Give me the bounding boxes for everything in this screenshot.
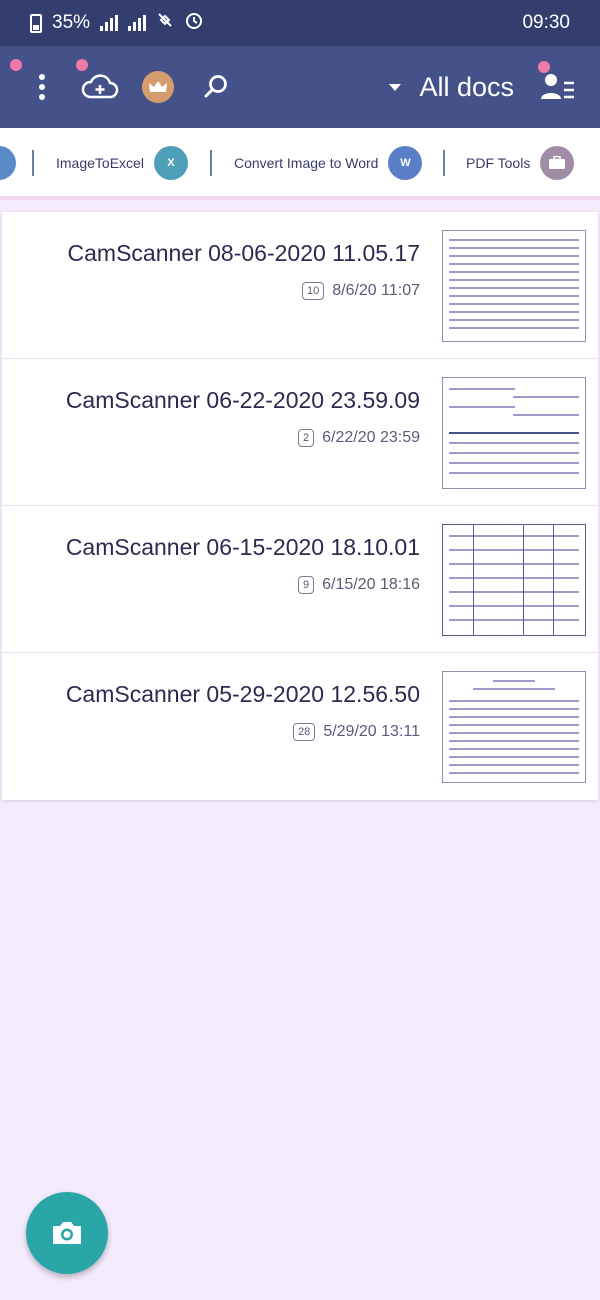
camera-button[interactable] xyxy=(26,1192,108,1274)
list-item[interactable]: CamScanner 06-22-2020 23.59.09 2 6/22/20… xyxy=(2,359,598,506)
document-meta: 10 8/6/20 11:07 xyxy=(301,282,420,300)
page-count-badge: 2 xyxy=(298,429,315,447)
document-meta: 28 5/29/20 13:11 xyxy=(293,723,420,741)
notification-dot xyxy=(76,59,88,71)
clock: 09:30 xyxy=(522,12,570,33)
tool-label: ImageToExcel xyxy=(56,155,144,171)
tool-convert-image-to-word[interactable]: Convert Image to Word W xyxy=(234,146,423,180)
divider xyxy=(443,150,445,176)
document-thumbnail[interactable] xyxy=(442,230,586,342)
document-thumbnail[interactable] xyxy=(442,524,586,636)
document-title: CamScanner 06-15-2020 18.10.01 xyxy=(65,534,420,560)
signal-icon xyxy=(100,15,119,31)
list-item[interactable]: CamScanner 06-15-2020 18.10.01 9 6/15/20… xyxy=(2,506,598,653)
mute-icon xyxy=(156,11,174,35)
document-list: CamScanner 08-06-2020 11.05.17 10 8/6/20… xyxy=(2,212,598,800)
tools-strip: ImageToExcel X Convert Image to Word W P… xyxy=(0,128,600,200)
tool-label: Convert Image to Word xyxy=(234,155,379,171)
divider xyxy=(32,150,34,176)
chevron-down-icon[interactable] xyxy=(389,83,402,91)
battery-percent: 35% xyxy=(52,12,91,33)
user-menu-icon[interactable] xyxy=(536,61,580,109)
document-title: CamScanner 08-06-2020 11.05.17 xyxy=(67,240,420,266)
camera-icon xyxy=(53,1222,81,1244)
document-date: 6/22/20 23:59 xyxy=(322,429,420,446)
excel-icon: X xyxy=(153,146,188,180)
notification-dot xyxy=(10,59,22,71)
tool-pdf-tools[interactable]: PDF Tools xyxy=(466,146,575,180)
more-vert-icon[interactable] xyxy=(10,59,64,109)
notification-dot xyxy=(538,61,550,73)
document-date: 8/6/20 11:07 xyxy=(332,282,420,299)
battery-icon xyxy=(30,13,42,33)
document-date: 6/15/20 18:16 xyxy=(322,576,420,593)
word-icon: W xyxy=(388,146,423,180)
page-count-badge: 9 xyxy=(298,576,315,594)
crown-icon[interactable] xyxy=(136,65,180,109)
document-meta: 9 6/15/20 18:16 xyxy=(298,576,420,594)
document-date: 5/29/20 13:11 xyxy=(323,723,420,740)
document-title: CamScanner 05-29-2020 12.56.50 xyxy=(65,681,420,707)
app-bar: All docs xyxy=(0,46,600,128)
document-thumbnail[interactable] xyxy=(442,377,586,489)
status-icons: 35% xyxy=(30,10,204,36)
document-thumbnail[interactable] xyxy=(442,671,586,783)
signal-icon-2 xyxy=(128,15,147,31)
page-count-badge: 10 xyxy=(301,282,325,300)
search-icon[interactable] xyxy=(194,65,238,109)
document-title: CamScanner 06-22-2020 23.59.09 xyxy=(65,387,420,413)
briefcase-icon xyxy=(540,146,575,180)
list-item[interactable]: CamScanner 08-06-2020 11.05.17 10 8/6/20… xyxy=(2,212,598,359)
page-count-badge: 28 xyxy=(293,723,316,741)
status-bar: 35% 09:30 xyxy=(0,0,600,46)
page-title[interactable]: All docs xyxy=(419,72,514,103)
tool-image-to-excel[interactable]: ImageToExcel X xyxy=(56,146,188,180)
list-item[interactable]: CamScanner 05-29-2020 12.56.50 28 5/29/2… xyxy=(2,653,598,800)
more-tools-icon[interactable] xyxy=(0,146,16,180)
tool-label: PDF Tools xyxy=(466,155,531,171)
alarm-icon xyxy=(184,10,204,36)
document-meta: 2 6/22/20 23:59 xyxy=(298,429,420,447)
divider xyxy=(210,150,212,176)
cloud-add-icon[interactable] xyxy=(76,59,122,109)
